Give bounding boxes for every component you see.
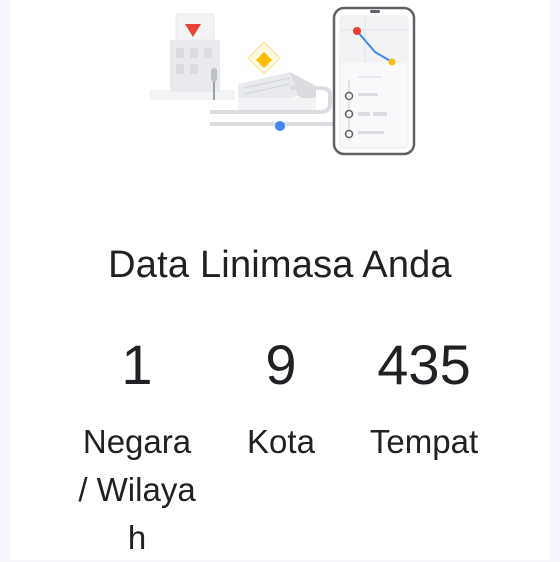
bridge-icon bbox=[238, 72, 316, 114]
stat-value: 1 bbox=[121, 333, 153, 396]
stat-label: Kota bbox=[247, 423, 315, 460]
timeline-illustration bbox=[150, 6, 416, 156]
stat-cities: 9 Kota bbox=[238, 330, 324, 466]
stat-value: 435 bbox=[377, 333, 471, 396]
location-dot-icon bbox=[275, 121, 285, 131]
stat-label: Tempat bbox=[369, 423, 479, 460]
stat-places: 435 Tempat bbox=[366, 330, 482, 466]
stat-value: 9 bbox=[265, 333, 297, 396]
timeline-stats: 1 Negara / Wilayah 9 Kota 435 Tempat bbox=[0, 330, 560, 560]
timeline-title: Data Linimasa Anda bbox=[108, 244, 452, 286]
stat-label: Negara / Wilayah bbox=[78, 423, 196, 556]
diamond-icon bbox=[247, 41, 281, 75]
stat-countries: 1 Negara / Wilayah bbox=[78, 330, 196, 562]
phone-timeline-icon bbox=[332, 6, 416, 156]
